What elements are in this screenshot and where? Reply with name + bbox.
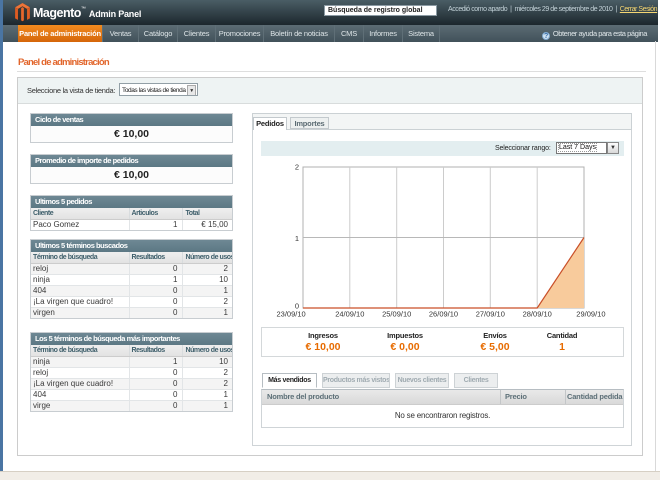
svg-text:27/09/10: 27/09/10 [476, 310, 505, 319]
svg-text:25/09/10: 25/09/10 [382, 310, 411, 319]
svg-text:26/09/10: 26/09/10 [429, 310, 458, 319]
svg-text:29/09/10: 29/09/10 [576, 310, 605, 319]
svg-text:2: 2 [295, 163, 299, 172]
svg-text:23/09/10: 23/09/10 [277, 310, 306, 319]
svg-text:1: 1 [295, 234, 299, 243]
svg-text:28/09/10: 28/09/10 [523, 310, 552, 319]
svg-text:24/09/10: 24/09/10 [335, 310, 364, 319]
